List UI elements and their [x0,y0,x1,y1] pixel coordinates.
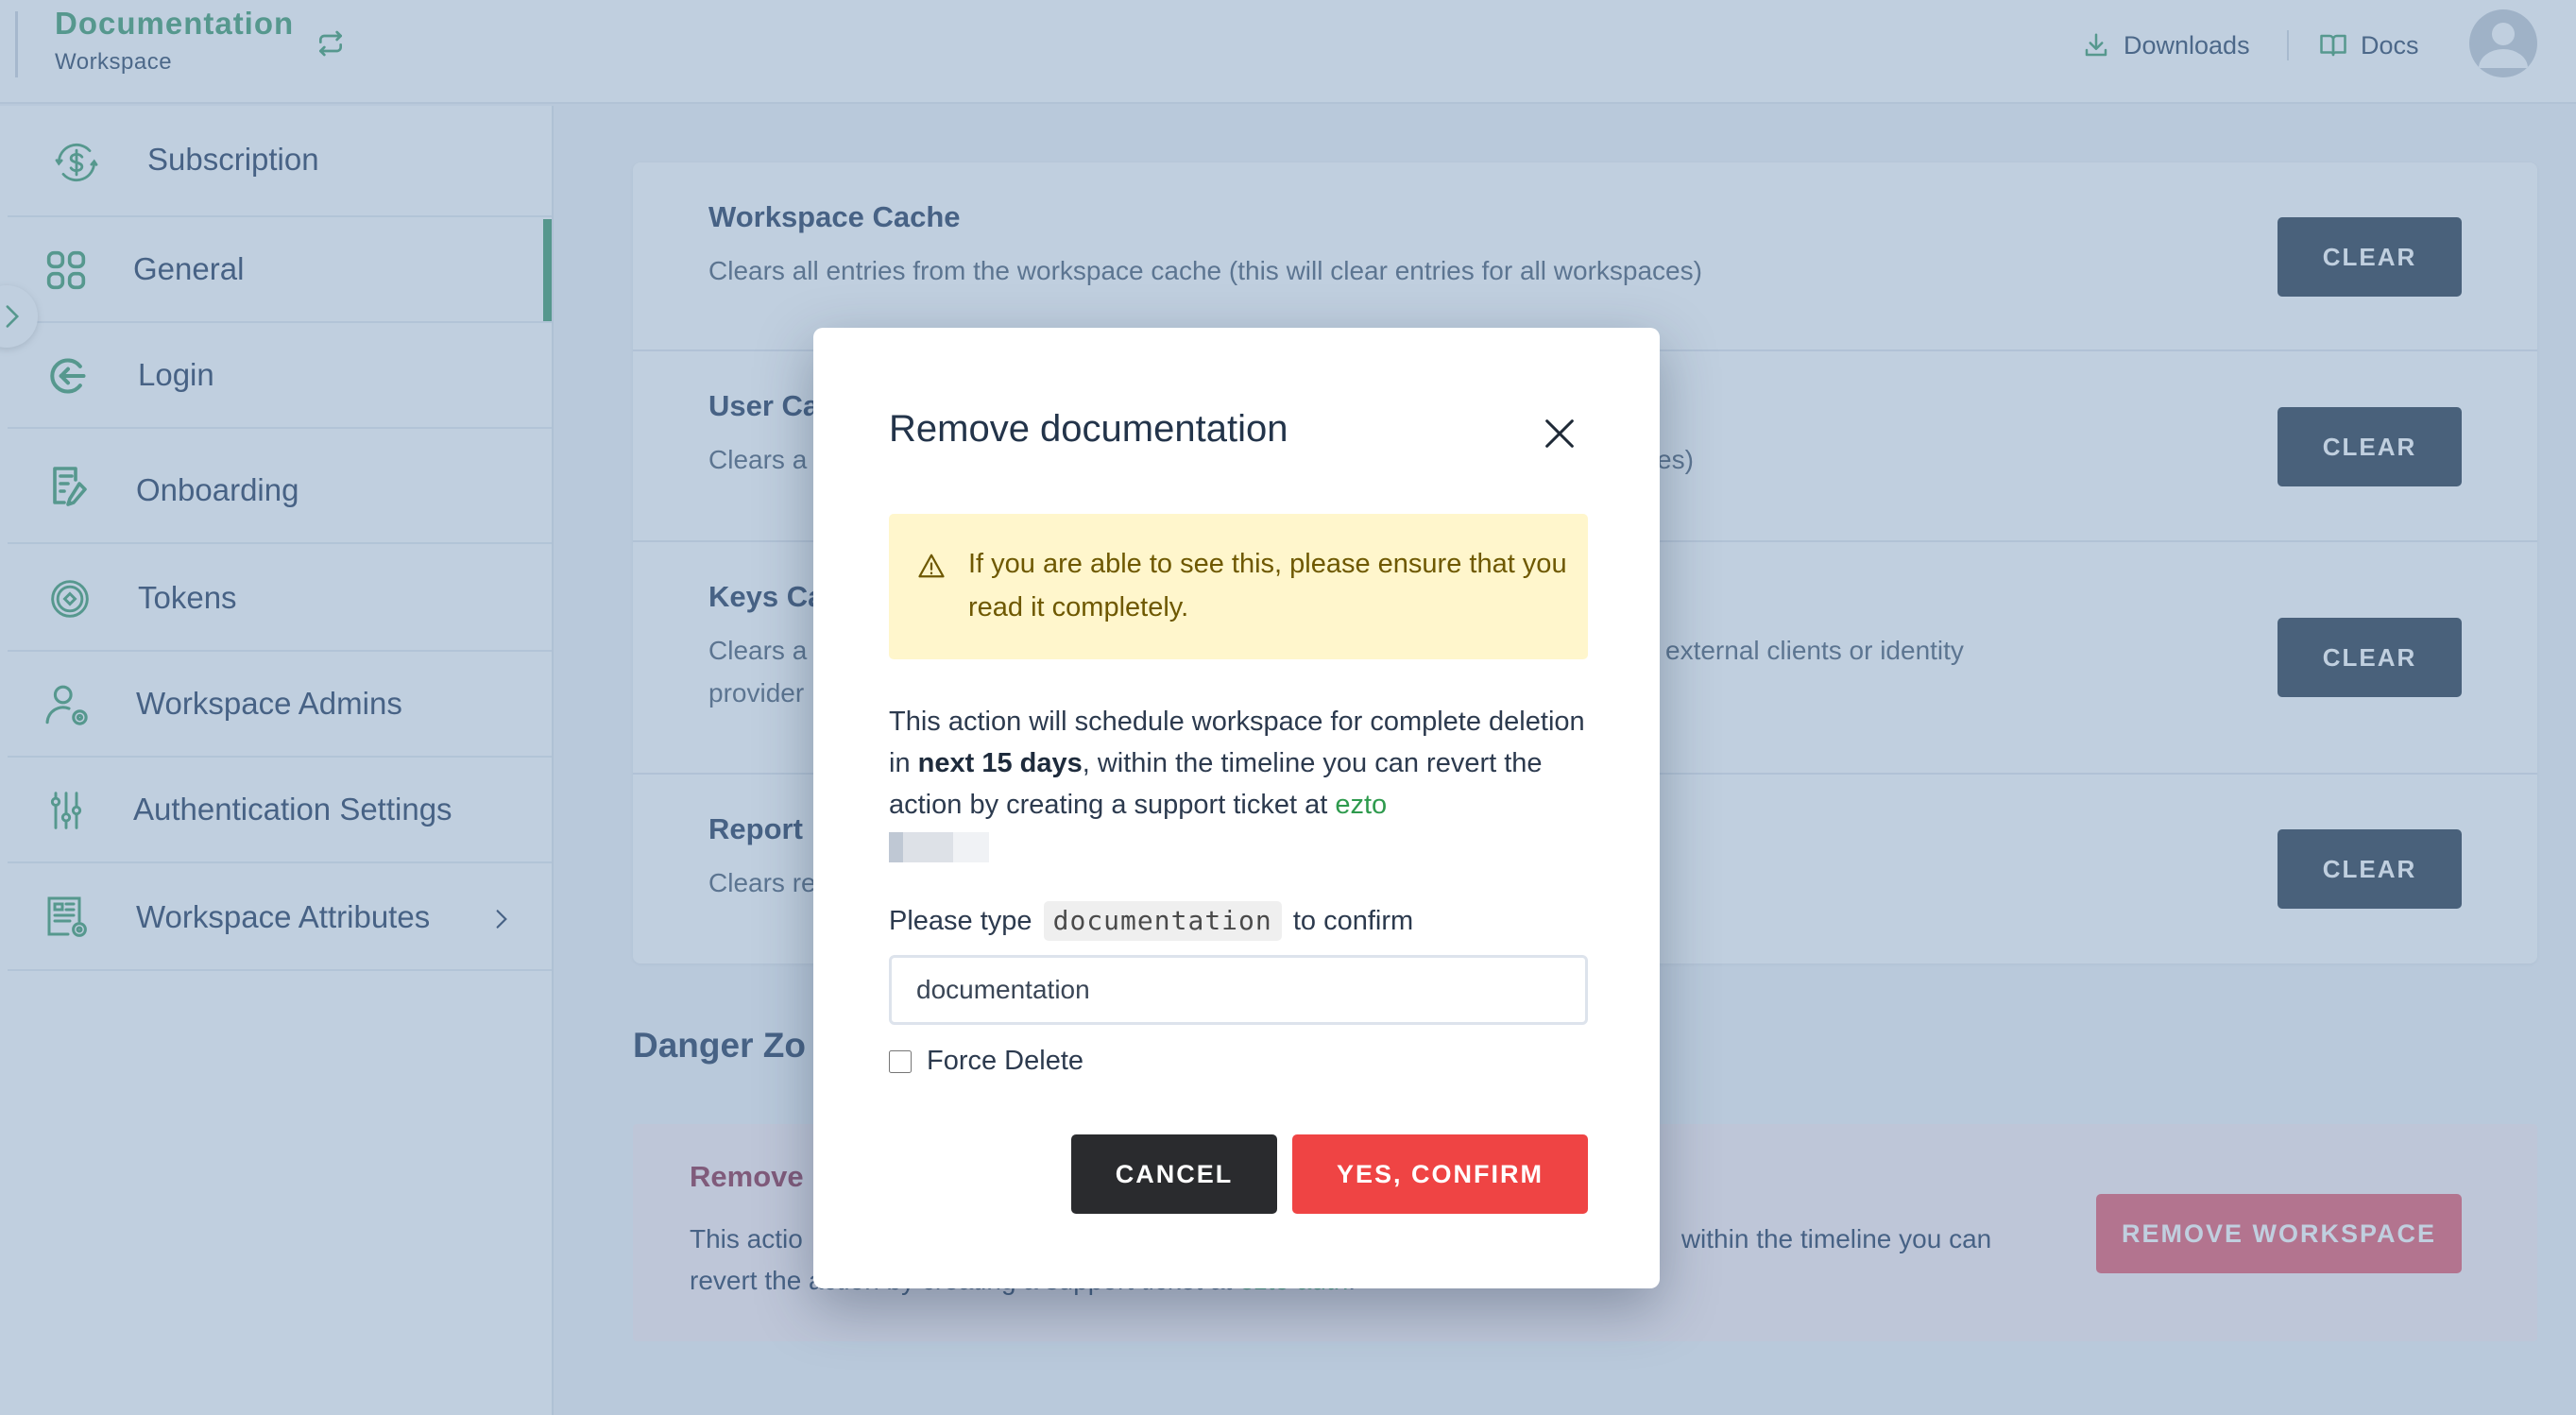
confirm-instruction: Please type documentation to confirm [889,900,1413,942]
force-delete-label: Force Delete [927,1046,1084,1076]
confirm-pre: Please type [889,906,1032,936]
force-delete-checkbox[interactable] [889,1049,912,1073]
close-icon[interactable] [1541,415,1578,452]
confirm-post: to confirm [1292,906,1414,936]
redacted-text [889,832,989,863]
confirm-button[interactable]: YES, CONFIRM [1292,1134,1588,1214]
remove-workspace-dialog: Remove documentation If you are able to … [813,328,1660,1288]
dialog-description: This action will schedule workspace for … [889,701,1588,867]
confirm-name-input[interactable] [889,955,1588,1025]
warning-text: If you are able to see this, please ensu… [968,549,1567,622]
dialog-title: Remove documentation [889,408,1288,450]
warning-alert: If you are able to see this, please ensu… [889,514,1588,659]
ezto-link[interactable]: ezto [1335,790,1387,820]
force-delete-option[interactable]: Force Delete [889,1046,1083,1077]
warning-triangle-icon [918,554,945,578]
body-text-bold: next 15 days [917,748,1083,778]
cancel-button[interactable]: CANCEL [1071,1134,1277,1214]
confirm-code: documentation [1043,901,1282,941]
